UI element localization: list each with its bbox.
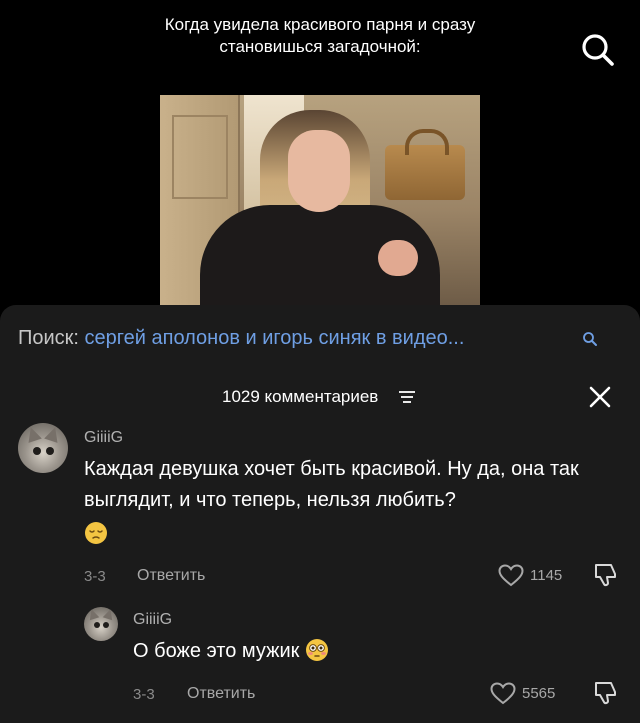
video-area[interactable]: Когда увидела красивого парня и сразу ст… [0, 0, 640, 305]
dislike-button[interactable] [593, 680, 619, 711]
avatar-eye [46, 447, 54, 455]
related-search[interactable]: Поиск: сергей аполонов и игорь синяк в в… [18, 327, 618, 350]
video-frame[interactable] [160, 95, 480, 305]
pensive-face-icon [85, 521, 107, 544]
close-comments-button[interactable] [587, 384, 613, 410]
thumbs-down-icon [595, 564, 616, 587]
comment-text: Каждая девушка хочет быть красивой. Ну д… [84, 454, 614, 547]
comment-date: 3-3 [84, 568, 106, 585]
search-button[interactable] [578, 30, 618, 70]
search-icon [582, 34, 614, 66]
reply-button[interactable]: Ответить [137, 567, 205, 585]
comment-text: О боже это мужик [133, 636, 603, 667]
thumbs-down-icon [595, 682, 616, 705]
like-button[interactable]: 5565 [490, 682, 555, 705]
dislike-button[interactable] [593, 562, 619, 593]
reply-button[interactable]: Ответить [187, 685, 255, 703]
video-caption: Когда увидела красивого парня и сразу ст… [164, 15, 476, 56]
video-person-face [288, 130, 350, 212]
comment-username[interactable]: GiiiiG [133, 611, 172, 629]
avatar[interactable] [84, 607, 118, 641]
comment-date: 3-3 [133, 686, 155, 703]
like-count: 5565 [522, 685, 556, 702]
flushed-face-icon [305, 638, 328, 661]
video-handbag [385, 129, 465, 200]
close-icon [589, 386, 611, 408]
comments-sheet: Поиск: сергей аполонов и игорь синяк в в… [0, 305, 640, 723]
avatar-eye [33, 447, 41, 455]
heart-icon [490, 682, 516, 705]
related-search-label: Поиск: [18, 327, 79, 349]
like-count: 1145 [530, 567, 563, 584]
comments-header: 1029 комментариев [0, 381, 640, 411]
small-search-icon [583, 332, 597, 346]
avatar-eye [94, 622, 100, 628]
avatar-eye [103, 622, 109, 628]
like-button[interactable]: 1145 [498, 564, 562, 587]
video-person-hand [378, 240, 418, 276]
related-search-query[interactable]: сергей аполонов и игорь синяк в видео... [85, 327, 465, 349]
avatar[interactable] [18, 423, 68, 473]
comment-username[interactable]: GiiiiG [84, 429, 123, 447]
filter-icon[interactable] [398, 389, 416, 405]
heart-icon [498, 564, 524, 587]
comments-count: 1029 комментариев [222, 387, 379, 406]
